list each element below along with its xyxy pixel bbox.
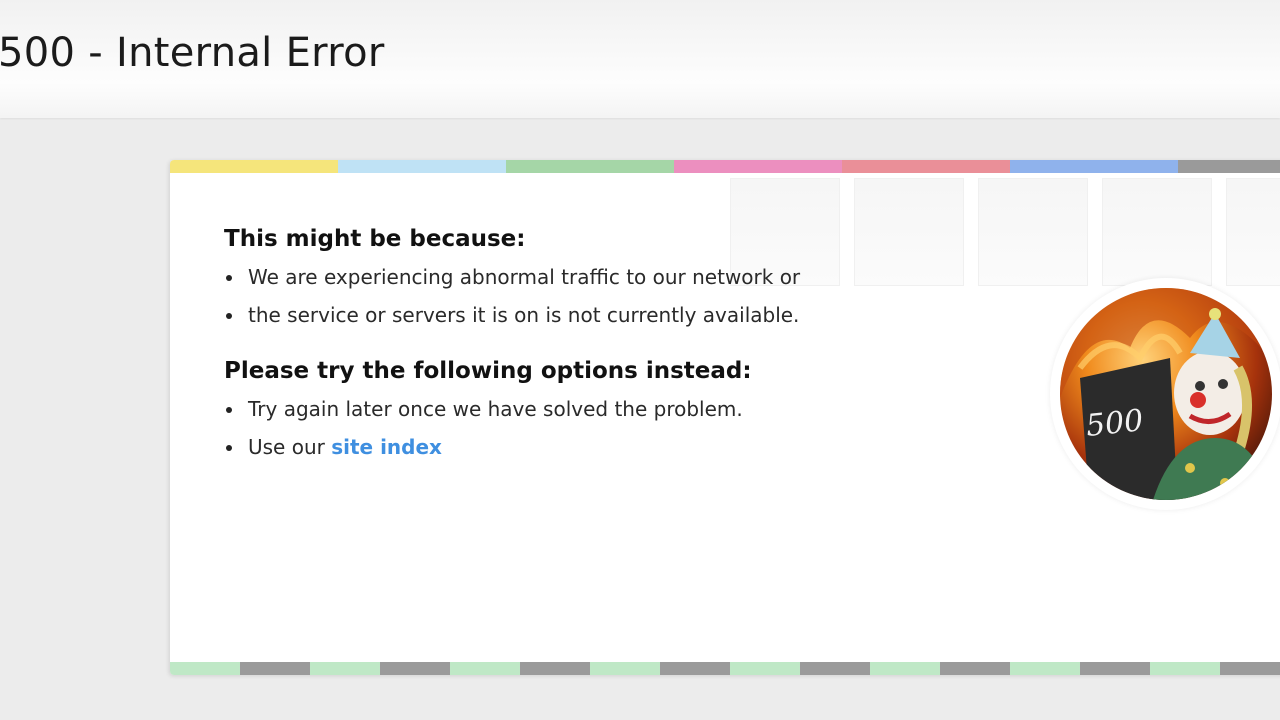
clown-illustration [1060,288,1272,500]
stripe-segment [800,662,870,675]
error-content: This might be because: We are experienci… [224,226,944,466]
bg-tile [1226,178,1280,286]
stripe-segment [1220,662,1280,675]
list-item: the service or servers it is on is not c… [224,296,944,334]
page-title: 500 - Internal Error [0,30,385,76]
top-color-stripe [170,160,1280,173]
site-index-link[interactable]: site index [331,435,442,459]
stripe-segment [170,662,240,675]
list-item-text: Use our [248,435,332,459]
stripe-segment [590,662,660,675]
stripe-segment [338,160,506,173]
stripe-segment [310,662,380,675]
stripe-segment [940,662,1010,675]
bg-tile [1102,178,1212,286]
stripe-segment [450,662,520,675]
list-item: Try again later once we have solved the … [224,390,944,428]
bottom-color-stripe [170,662,1280,675]
stripe-segment [842,160,1010,173]
stripe-segment [380,662,450,675]
stripe-segment [1010,160,1178,173]
stripe-segment [870,662,940,675]
reasons-heading: This might be because: [224,226,526,252]
list-item-site-index: Use our site index [224,428,944,466]
options-list: Try again later once we have solved the … [224,390,944,466]
options-heading: Please try the following options instead… [224,358,752,384]
error-card: This might be because: We are experienci… [170,160,1280,675]
list-item: We are experiencing abnormal traffic to … [224,258,944,296]
stripe-segment [506,160,674,173]
bg-tile [978,178,1088,286]
clown-fire-500-icon: 500 [1050,278,1280,510]
stripe-segment [674,160,842,173]
stripe-segment [660,662,730,675]
stripe-segment [1080,662,1150,675]
stripe-segment [1150,662,1220,675]
stripe-segment [730,662,800,675]
stripe-segment [170,160,338,173]
stripe-segment [240,662,310,675]
reasons-list: We are experiencing abnormal traffic to … [224,258,944,334]
page-header: 500 - Internal Error [0,0,1280,118]
stripe-segment [1178,160,1280,173]
stripe-segment [1010,662,1080,675]
stripe-segment [520,662,590,675]
badge-sign-text: 500 [1084,403,1145,444]
